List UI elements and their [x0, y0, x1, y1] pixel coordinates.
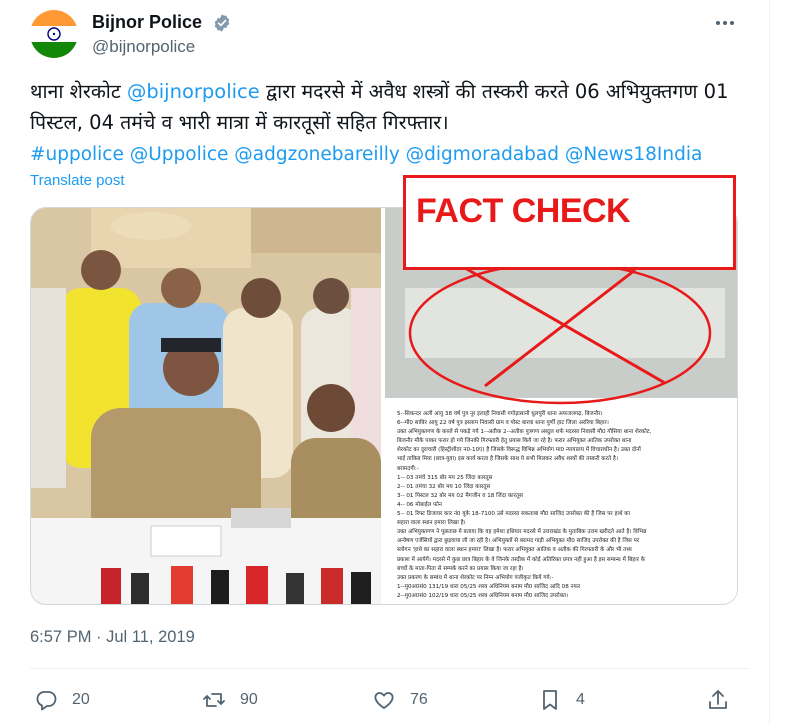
document-line: 6--मौ0 साबिर आयु 22 वर्ष पुत्र इस्लाम नि…: [397, 420, 609, 427]
document-line: शेरकोट का दुराचारी (हिस्ट्रीशीटर न0-10ए)…: [397, 447, 641, 454]
verified-badge-icon[interactable]: [212, 13, 232, 33]
document-line: सहारा वाला स्थान हमारा लिखा है।: [397, 520, 466, 527]
author-name[interactable]: Bijnor Police: [92, 12, 202, 33]
reply-button[interactable]: 20: [34, 683, 90, 717]
share-icon: [709, 690, 727, 709]
tweet-text-part: थाना शेरकोट: [30, 80, 127, 103]
document-line: उक्त अभियुक्तगण ने पूछताछ मे बताया कि वह…: [397, 529, 647, 536]
document-line: भाई ताकिब मिया (छात्र-युवा) इस कार्य करत…: [397, 456, 618, 463]
document-line: 5-- 01 रिफ्ट डिजायर कार नं0 यूके 18-7100…: [397, 511, 630, 518]
like-count: 76: [410, 691, 428, 708]
divider: [30, 668, 750, 669]
document-line: बच्चों के माता-पिता से सम्पर्क करने का प…: [397, 565, 524, 572]
document-line: उक्त अभियुक्तगण के कब्जे से पकड़े गये 1-…: [397, 429, 652, 436]
document-line: अन्वेषण एजेंसियों द्वारा छुड़वाया ली जा …: [397, 538, 640, 545]
repost-button[interactable]: 90: [202, 683, 258, 717]
fact-check-overlay: FACT CHECK: [403, 175, 736, 270]
tweet-timestamp[interactable]: 6:57 PM · Jul 11, 2019: [30, 628, 195, 647]
share-button[interactable]: [706, 683, 730, 717]
flag-icon: [30, 10, 78, 58]
document-line: 4-- 06 मोबाईल फोन: [397, 501, 442, 508]
document-line: उक्त प्रकरण के सम्बंध में थाना शेरकोट पर…: [397, 574, 554, 581]
document-line: 2--मु0अ0सं0 102/19 धारा 05/25 शस्त्र अधि…: [397, 592, 569, 599]
tweet-card: Bijnor Police @bijnorpolice थाना शेरकोट …: [0, 0, 770, 725]
action-bar: 20 90 76 4: [30, 683, 750, 717]
document-line: 1-- 03 तमंचे 315 बोर मय 25 जिंदा कारतूस: [397, 474, 493, 481]
hashtag-mention-links[interactable]: #uppolice @Uppolice @adgzonebareilly @di…: [30, 144, 702, 165]
reply-count: 20: [72, 691, 90, 708]
document-line: 2-- 01 तमंचा 32 बोर मय 10 जिंदा कारतूस: [397, 483, 491, 490]
translate-post-link[interactable]: Translate post: [30, 172, 125, 189]
tweet-text: थाना शेरकोट @bijnorpolice द्वारा मदरसे म…: [30, 76, 750, 170]
bookmark-icon: [543, 690, 557, 710]
document-line: 3-- 01 पिस्टल 32 बोर मय 02 मैगजीन व 18 ज…: [397, 492, 523, 499]
reply-icon: [36, 691, 57, 711]
document-line: 5--सिकन्दर अली आयु 38 वर्ष पुत्र नूर इला…: [397, 411, 603, 417]
press-conference-photo[interactable]: [31, 208, 381, 604]
document-text: 5--सिकन्दर अली आयु 38 वर्ष पुत्र नूर इला…: [397, 410, 729, 604]
heart-icon: [374, 692, 394, 709]
fact-check-label: FACT CHECK: [416, 192, 631, 230]
bookmark-button[interactable]: 4: [538, 683, 585, 717]
more-options-icon[interactable]: [712, 12, 738, 34]
author-handle[interactable]: @bijnorpolice: [92, 37, 195, 57]
document-line: 1--मु0अ0सं0 131/19 धारा 05/25 शस्त्र अधि…: [397, 583, 581, 590]
document-line: बरामदगी:-: [397, 465, 419, 472]
document-line: स्लोगन 'हाथे का सहारा वाला स्थान हमारा' …: [397, 547, 632, 554]
author-avatar[interactable]: [30, 10, 78, 58]
like-button[interactable]: 76: [372, 683, 428, 717]
bookmark-count: 4: [576, 691, 585, 708]
mention-link[interactable]: @bijnorpolice: [127, 80, 260, 103]
document-line: प्रकाश में आयेगें। मदरसे में कुछ छात्र ब…: [397, 556, 646, 563]
repost-icon: [203, 693, 225, 707]
repost-count: 90: [240, 691, 258, 708]
document-line: बिजनौर मौके पाकर फरार हो गये जिनकी गिरफ्…: [397, 438, 632, 445]
